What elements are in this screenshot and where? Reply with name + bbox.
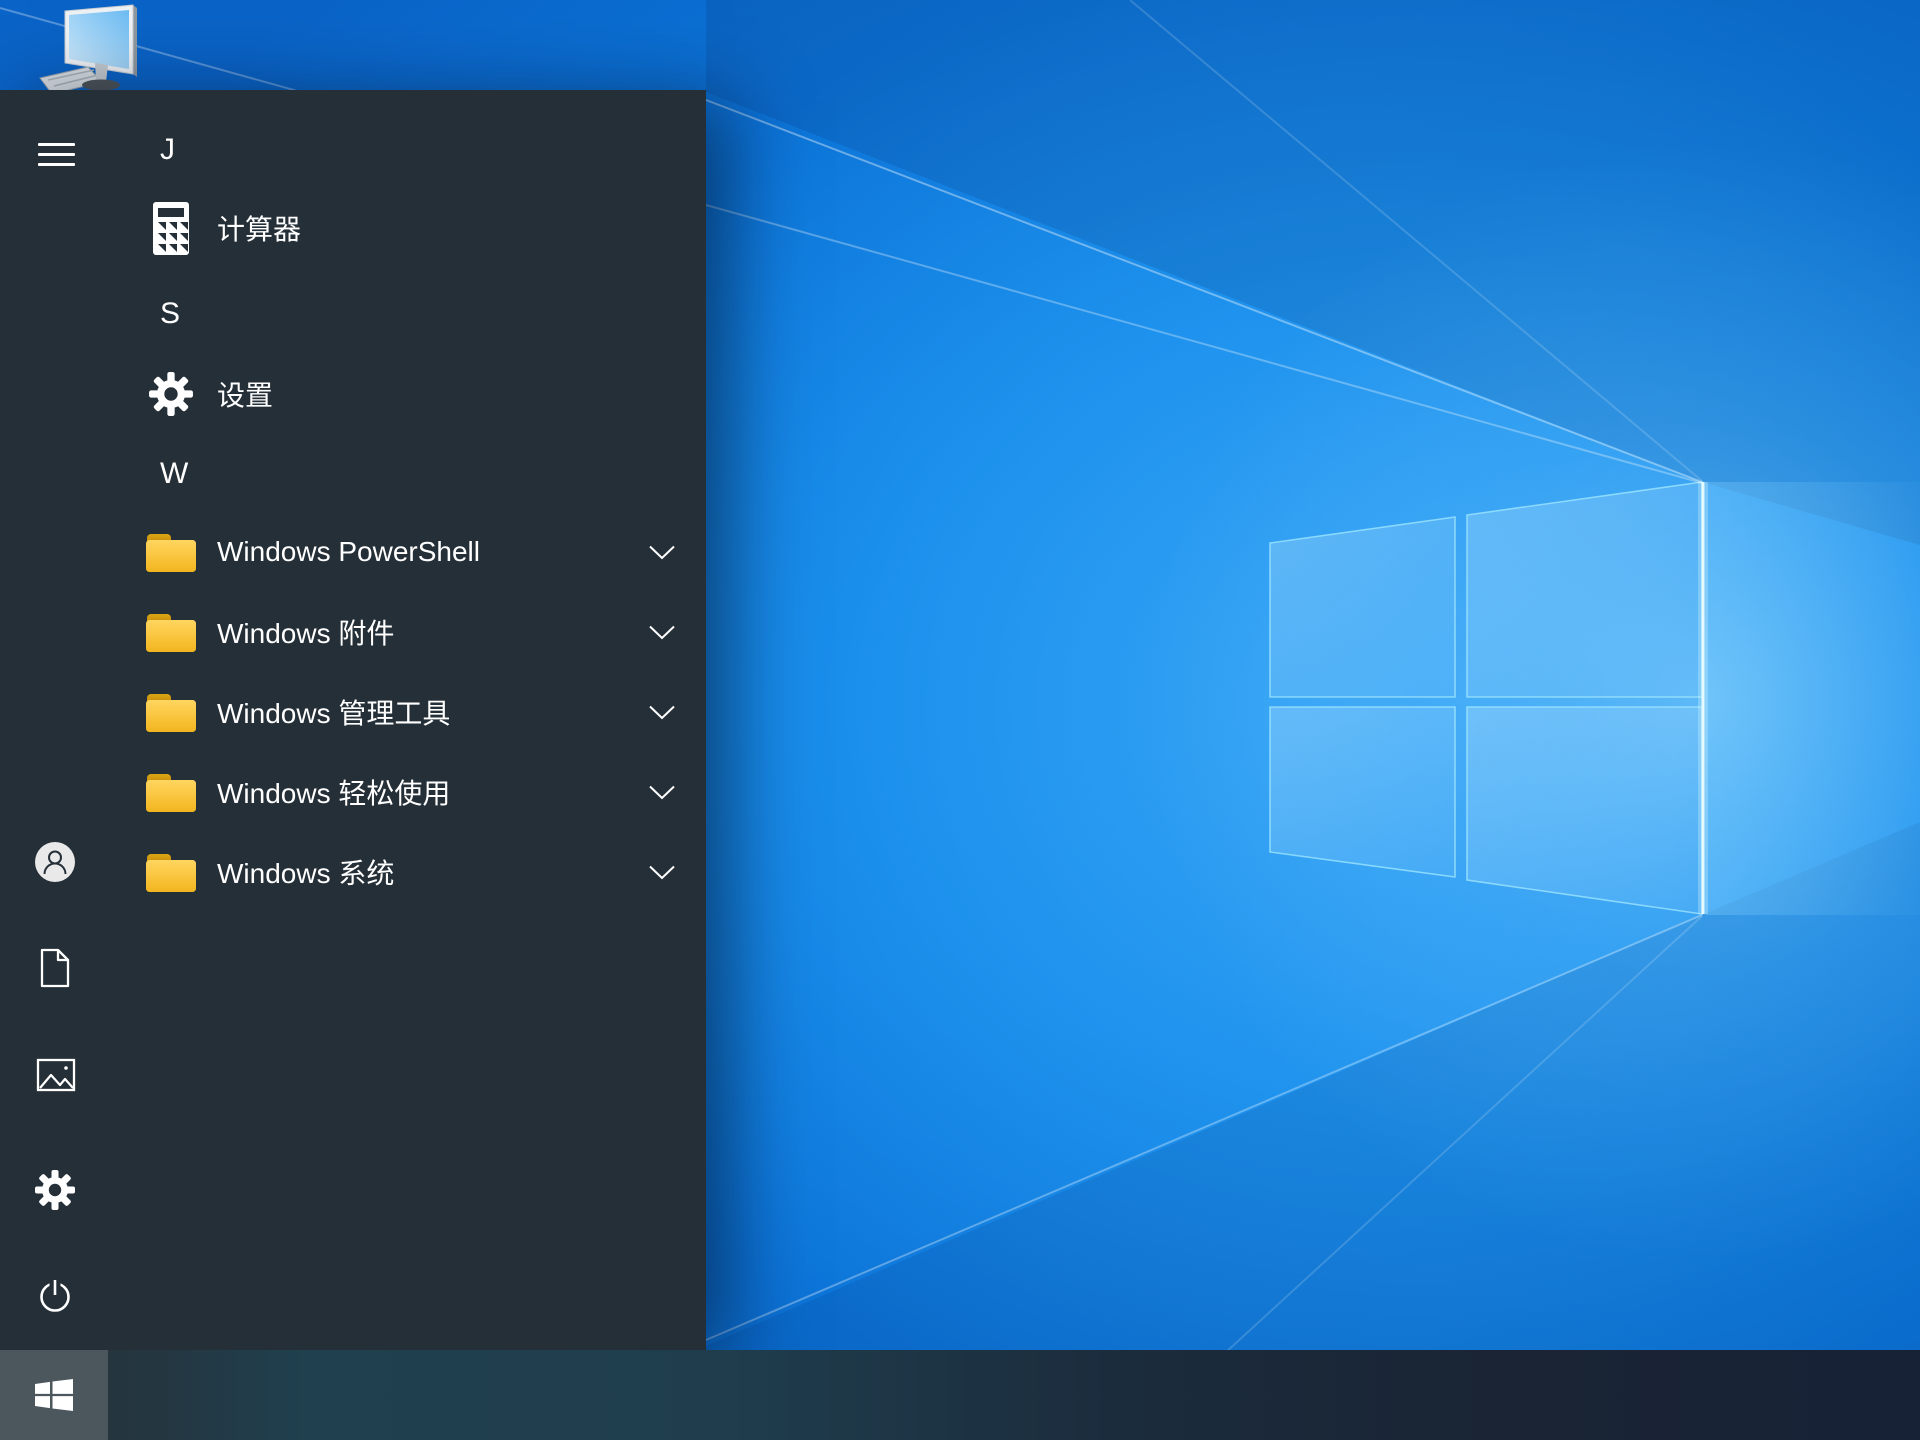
folder-item-windows-system[interactable]: Windows 系统 bbox=[115, 832, 695, 912]
folder-label: Windows PowerShell bbox=[217, 536, 480, 567]
calculator-icon bbox=[145, 201, 197, 256]
section-letter: W bbox=[160, 457, 189, 490]
user-avatar-icon[interactable] bbox=[35, 842, 75, 882]
windows-logo-icon bbox=[35, 1379, 73, 1411]
folder-icon bbox=[145, 850, 197, 894]
screen: J 计算器 S 设置 W Windows PowerShell Windows … bbox=[0, 0, 1920, 1440]
folder-item-windows-accessories[interactable]: Windows 附件 bbox=[115, 592, 695, 672]
app-label: 设置 bbox=[217, 380, 274, 411]
folder-item-windows-admin-tools[interactable]: Windows 管理工具 bbox=[115, 672, 695, 752]
section-header-j[interactable]: J bbox=[115, 110, 695, 190]
settings-gear-icon bbox=[145, 371, 197, 417]
section-header-s[interactable]: S bbox=[115, 274, 695, 354]
chevron-down-icon[interactable] bbox=[649, 625, 675, 640]
power-icon[interactable] bbox=[35, 1275, 75, 1315]
chevron-down-icon[interactable] bbox=[649, 865, 675, 880]
folder-item-windows-powershell[interactable]: Windows PowerShell bbox=[115, 512, 695, 592]
folder-label: Windows 轻松使用 bbox=[217, 778, 451, 809]
section-letter: S bbox=[160, 297, 181, 330]
folder-item-windows-ease-of-access[interactable]: Windows 轻松使用 bbox=[115, 752, 695, 832]
section-header-w[interactable]: W bbox=[115, 434, 695, 514]
folder-icon bbox=[145, 610, 197, 654]
start-menu: J 计算器 S 设置 W Windows PowerShell Windows … bbox=[0, 90, 706, 1350]
pictures-icon[interactable] bbox=[36, 1058, 76, 1092]
app-label: 计算器 bbox=[217, 214, 302, 245]
folder-icon bbox=[145, 530, 197, 574]
chevron-down-icon[interactable] bbox=[649, 785, 675, 800]
folder-label: Windows 附件 bbox=[217, 618, 395, 649]
folder-icon bbox=[145, 770, 197, 814]
this-pc-monitor-icon bbox=[39, 4, 137, 95]
chevron-down-icon[interactable] bbox=[649, 705, 675, 720]
start-button[interactable] bbox=[0, 1350, 108, 1440]
hamburger-menu-icon[interactable] bbox=[30, 132, 82, 174]
section-letter: J bbox=[160, 133, 175, 166]
folder-icon bbox=[145, 690, 197, 734]
documents-icon[interactable] bbox=[38, 948, 72, 988]
taskbar: vm bbox=[0, 1350, 1920, 1440]
this-pc-icon[interactable] bbox=[38, 2, 142, 95]
chevron-down-icon[interactable] bbox=[649, 545, 675, 560]
app-item-settings[interactable]: 设置 bbox=[115, 354, 695, 434]
folder-label: Windows 管理工具 bbox=[217, 698, 451, 729]
app-item-calculator[interactable]: 计算器 bbox=[115, 188, 695, 268]
folder-label: Windows 系统 bbox=[217, 858, 395, 889]
settings-gear-icon[interactable] bbox=[33, 1168, 77, 1212]
